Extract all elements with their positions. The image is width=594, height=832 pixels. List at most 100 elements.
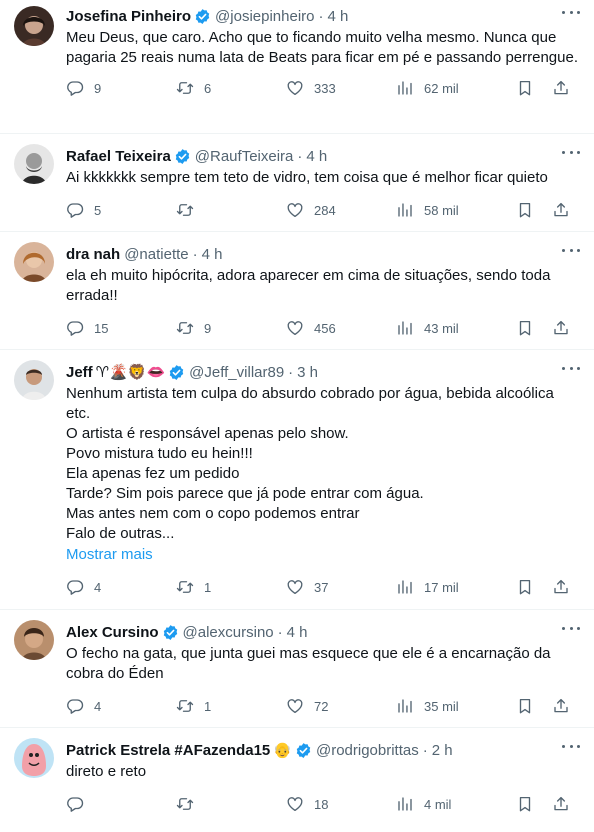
timestamp[interactable]: 3 h [297,364,318,381]
bookmark-button[interactable] [516,319,534,337]
avatar[interactable] [14,242,54,282]
more-icon[interactable] [562,620,580,636]
tweet[interactable]: Josefina Pinheiro @josiepinheiro · 4 h M… [0,0,594,134]
share-button[interactable] [552,795,570,813]
author-handle[interactable]: @natiette [124,246,188,263]
retweet-button[interactable] [176,795,286,813]
like-button[interactable]: 72 [286,697,396,715]
views-button[interactable]: 43 mil [396,319,516,337]
action-bar: 15 9 456 43 mil [66,318,580,338]
bookmark-icon [516,795,534,813]
tweet[interactable]: Jeff ♈🌋🦁👄 @Jeff_villar89 · 3 h Nenhum ar… [0,350,594,610]
share-button[interactable] [552,319,570,337]
tweet[interactable]: Patrick Estrela #AFazenda15 👴 @rodrigobr… [0,728,594,832]
author-name[interactable]: Patrick Estrela #AFazenda15 [66,742,270,759]
like-button[interactable]: 18 [286,795,396,813]
reply-button[interactable]: 4 [66,578,176,596]
timestamp[interactable]: 4 h [287,624,308,641]
author-name[interactable]: dra nah [66,246,120,263]
separator: · [192,245,198,263]
views-icon [396,319,414,337]
reply-button[interactable]: 15 [66,319,176,337]
author-handle[interactable]: @alexcursino [183,624,274,641]
tweet[interactable]: dra nah @natiette · 4 h ela eh muito hip… [0,232,594,350]
reply-button[interactable]: 4 [66,697,176,715]
bookmark-icon [516,79,534,97]
more-icon[interactable] [562,242,580,258]
share-button[interactable] [552,201,570,219]
views-button[interactable]: 4 mil [396,795,516,813]
retweet-count: 9 [204,320,212,336]
like-icon [286,795,304,813]
like-button[interactable]: 333 [286,79,396,97]
timestamp[interactable]: 4 h [202,246,223,263]
more-icon[interactable] [562,4,580,20]
retweet-icon [176,795,194,813]
views-button[interactable]: 58 mil [396,201,516,219]
avatar[interactable] [14,144,54,184]
share-button[interactable] [552,578,570,596]
timestamp[interactable]: 4 h [306,148,327,165]
tweet[interactable]: Alex Cursino @alexcursino · 4 h O fecho … [0,610,594,728]
tweet[interactable]: Rafael Teixeira @RaufTeixeira · 4 h Ai k… [0,134,594,232]
author-handle[interactable]: @Jeff_villar89 [189,364,284,381]
show-more-link[interactable]: Mostrar mais [66,545,580,565]
reply-icon [66,697,84,715]
action-bar: 5 284 58 mil [66,200,580,220]
share-button[interactable] [552,79,570,97]
views-button[interactable]: 35 mil [396,697,516,715]
reply-count: 9 [94,80,102,96]
reply-feed: Josefina Pinheiro @josiepinheiro · 4 h M… [0,0,594,832]
retweet-icon [176,578,194,596]
timestamp[interactable]: 4 h [328,8,349,25]
reply-count: 4 [94,698,102,714]
avatar[interactable] [14,738,54,778]
timestamp[interactable]: 2 h [432,742,453,759]
reply-button[interactable] [66,795,176,813]
more-icon[interactable] [562,738,580,754]
bookmark-button[interactable] [516,578,534,596]
author-name[interactable]: Rafael Teixeira [66,148,171,165]
reply-button[interactable]: 5 [66,201,176,219]
retweet-button[interactable]: 1 [176,697,286,715]
verified-badge-icon [295,742,312,759]
author-name[interactable]: Alex Cursino [66,624,159,641]
tweet-header: Patrick Estrela #AFazenda15 👴 @rodrigobr… [66,740,580,760]
avatar[interactable] [14,6,54,46]
share-icon [552,201,570,219]
author-name[interactable]: Jeff [66,364,93,381]
share-icon [552,578,570,596]
author-name[interactable]: Josefina Pinheiro [66,8,191,25]
avatar[interactable] [14,620,54,660]
bookmark-button[interactable] [516,697,534,715]
view-count: 17 mil [424,579,459,595]
views-button[interactable]: 17 mil [396,578,516,596]
bookmark-button[interactable] [516,201,534,219]
tweet-text: direto e reto [66,763,147,780]
like-button[interactable]: 284 [286,201,396,219]
bookmark-button[interactable] [516,795,534,813]
separator: · [288,363,294,381]
more-icon[interactable] [562,360,580,376]
like-count: 72 [314,698,329,714]
action-bar: 18 4 mil [66,794,580,814]
retweet-button[interactable]: 6 [176,79,286,97]
tweet-header: dra nah @natiette · 4 h [66,244,580,264]
author-handle[interactable]: @rodrigobrittas [316,742,419,759]
more-icon[interactable] [562,144,580,160]
retweet-button[interactable]: 1 [176,578,286,596]
bookmark-button[interactable] [516,79,534,97]
view-count: 4 mil [424,796,452,812]
retweet-button[interactable] [176,201,286,219]
views-icon [396,201,414,219]
like-button[interactable]: 37 [286,578,396,596]
author-handle[interactable]: @RaufTeixeira [195,148,294,165]
author-handle[interactable]: @josiepinheiro [215,8,314,25]
avatar[interactable] [14,360,54,400]
reply-button[interactable]: 9 [66,79,176,97]
views-button[interactable]: 62 mil [396,79,516,97]
retweet-button[interactable]: 9 [176,319,286,337]
action-bar: 9 6 333 62 mil [66,78,580,98]
share-button[interactable] [552,697,570,715]
like-button[interactable]: 456 [286,319,396,337]
